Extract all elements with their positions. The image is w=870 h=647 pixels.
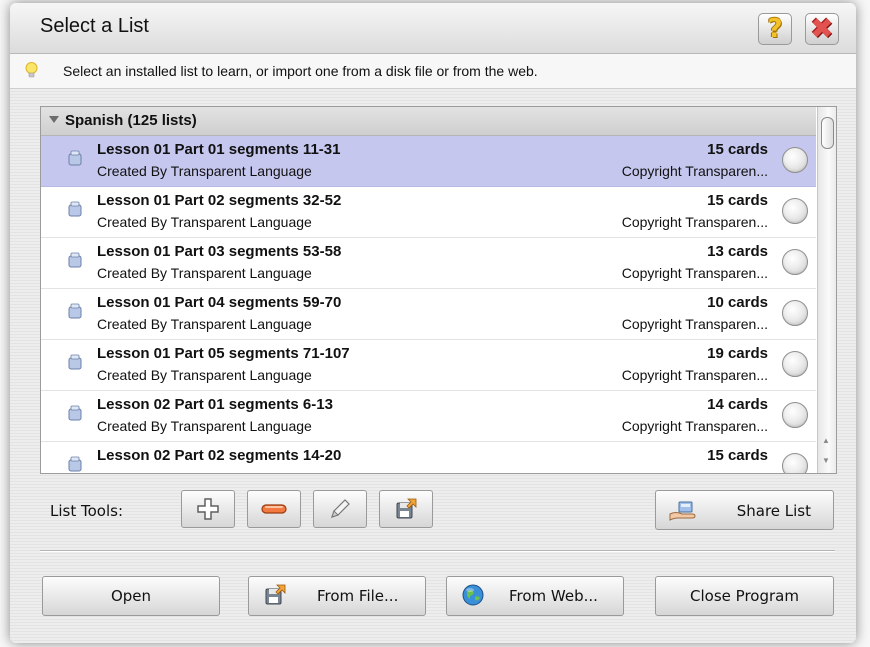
title-bar: Select a List ? ✖ (10, 3, 856, 54)
row-card-count: 15 cards (707, 141, 768, 158)
share-list-label: Share List (736, 502, 811, 520)
list-item-icon (68, 354, 82, 370)
close-program-label: Close Program (690, 587, 799, 605)
row-card-count: 19 cards (707, 345, 768, 362)
export-list-button[interactable] (379, 490, 433, 528)
list-scrollbar[interactable]: ▲ ▼ (817, 107, 836, 473)
row-title: Lesson 01 Part 04 segments 59-70 (97, 294, 342, 311)
row-copyright: Copyright Transparen... (621, 265, 768, 281)
row-copyright: Copyright Transparen... (621, 367, 768, 383)
row-radio-button[interactable] (782, 453, 808, 473)
row-author: Created By Transparent Language (97, 367, 312, 383)
list-item-icon (68, 456, 82, 472)
list-rows: Lesson 01 Part 01 segments 11-31 Created… (41, 136, 816, 473)
disclosure-triangle-icon[interactable] (49, 116, 59, 123)
row-copyright: Copyright Transparen... (621, 214, 768, 230)
row-radio-button[interactable] (782, 351, 808, 377)
row-card-count: 15 cards (707, 447, 768, 464)
group-header-spanish[interactable]: Spanish (125 lists) (41, 107, 816, 136)
open-label: Open (110, 587, 152, 605)
divider (40, 550, 835, 552)
list-tools-label: List Tools: (50, 502, 123, 520)
add-list-button[interactable] (181, 490, 235, 528)
row-author: Created By Transparent Language (97, 316, 312, 332)
row-card-count: 15 cards (707, 192, 768, 209)
row-card-count: 10 cards (707, 294, 768, 311)
edit-list-button[interactable] (313, 490, 367, 528)
row-title: Lesson 02 Part 01 segments 6-13 (97, 396, 333, 413)
share-list-button[interactable]: Share List (655, 490, 834, 530)
list-item-icon (68, 303, 82, 319)
disk-import-icon (265, 584, 286, 605)
list-row[interactable]: Lesson 01 Part 02 segments 32-52 Created… (41, 187, 816, 238)
group-label: Spanish (125 lists) (65, 112, 197, 129)
pencil-icon (331, 499, 350, 518)
open-button[interactable]: Open (42, 576, 220, 616)
globe-icon (462, 584, 484, 606)
help-button[interactable]: ? (758, 13, 792, 45)
remove-list-button[interactable] (247, 490, 301, 528)
hint-bar: Select an installed list to learn, or im… (10, 54, 856, 89)
row-radio-button[interactable] (782, 402, 808, 428)
row-title: Lesson 02 Part 02 segments 14-20 (97, 447, 342, 464)
share-hand-icon (669, 501, 696, 521)
list-row[interactable]: Lesson 02 Part 01 segments 6-13 Created … (41, 391, 816, 442)
list-item-icon (68, 150, 82, 166)
from-web-button[interactable]: From Web... (446, 576, 624, 616)
scroll-down-arrow-icon[interactable]: ▼ (822, 457, 830, 465)
from-file-label: From File... (317, 587, 399, 605)
list-row[interactable]: Lesson 02 Part 02 segments 14-20 15 card… (41, 442, 816, 473)
row-card-count: 13 cards (707, 243, 768, 260)
list-row[interactable]: Lesson 01 Part 01 segments 11-31 Created… (41, 136, 816, 187)
row-title: Lesson 01 Part 03 segments 53-58 (97, 243, 342, 260)
list-tools-row: List Tools: Share List (10, 479, 856, 539)
row-radio-button[interactable] (782, 249, 808, 275)
list-row[interactable]: Lesson 01 Part 03 segments 53-58 Created… (41, 238, 816, 289)
list-item-icon (68, 252, 82, 268)
row-copyright: Copyright Transparen... (621, 163, 768, 179)
select-list-window: Select a List ? ✖ Select an installed li… (10, 3, 856, 643)
plus-icon (197, 498, 219, 520)
list-row[interactable]: Lesson 01 Part 04 segments 59-70 Created… (41, 289, 816, 340)
scroll-thumb[interactable] (821, 117, 834, 149)
from-file-button[interactable]: From File... (248, 576, 426, 616)
from-web-label: From Web... (509, 587, 598, 605)
row-copyright: Copyright Transparen... (621, 418, 768, 434)
row-author: Created By Transparent Language (97, 265, 312, 281)
disk-export-icon (396, 498, 417, 519)
window-title: Select a List (40, 15, 149, 37)
row-title: Lesson 01 Part 05 segments 71-107 (97, 345, 350, 362)
main-content: Spanish (125 lists) Lesson 01 Part 01 se… (10, 89, 856, 643)
question-mark-icon: ? (767, 14, 783, 44)
row-radio-button[interactable] (782, 147, 808, 173)
row-radio-button[interactable] (782, 300, 808, 326)
list-row[interactable]: Lesson 01 Part 05 segments 71-107 Create… (41, 340, 816, 391)
row-author: Created By Transparent Language (97, 163, 312, 179)
row-author: Created By Transparent Language (97, 418, 312, 434)
hint-text: Select an installed list to learn, or im… (63, 63, 538, 79)
row-radio-button[interactable] (782, 198, 808, 224)
lightbulb-icon (25, 62, 38, 78)
close-x-icon: ✖ (810, 12, 834, 45)
row-copyright: Copyright Transparen... (621, 316, 768, 332)
close-program-button[interactable]: Close Program (655, 576, 834, 616)
scroll-up-arrow-icon[interactable]: ▲ (822, 437, 830, 445)
row-author: Created By Transparent Language (97, 214, 312, 230)
row-title: Lesson 01 Part 02 segments 32-52 (97, 192, 342, 209)
list-item-icon (68, 201, 82, 217)
row-title: Lesson 01 Part 01 segments 11-31 (97, 141, 341, 158)
list-item-icon (68, 405, 82, 421)
minus-icon (261, 504, 287, 514)
list-panel: Spanish (125 lists) Lesson 01 Part 01 se… (40, 106, 837, 474)
row-card-count: 14 cards (707, 396, 768, 413)
close-window-button[interactable]: ✖ (805, 13, 839, 45)
